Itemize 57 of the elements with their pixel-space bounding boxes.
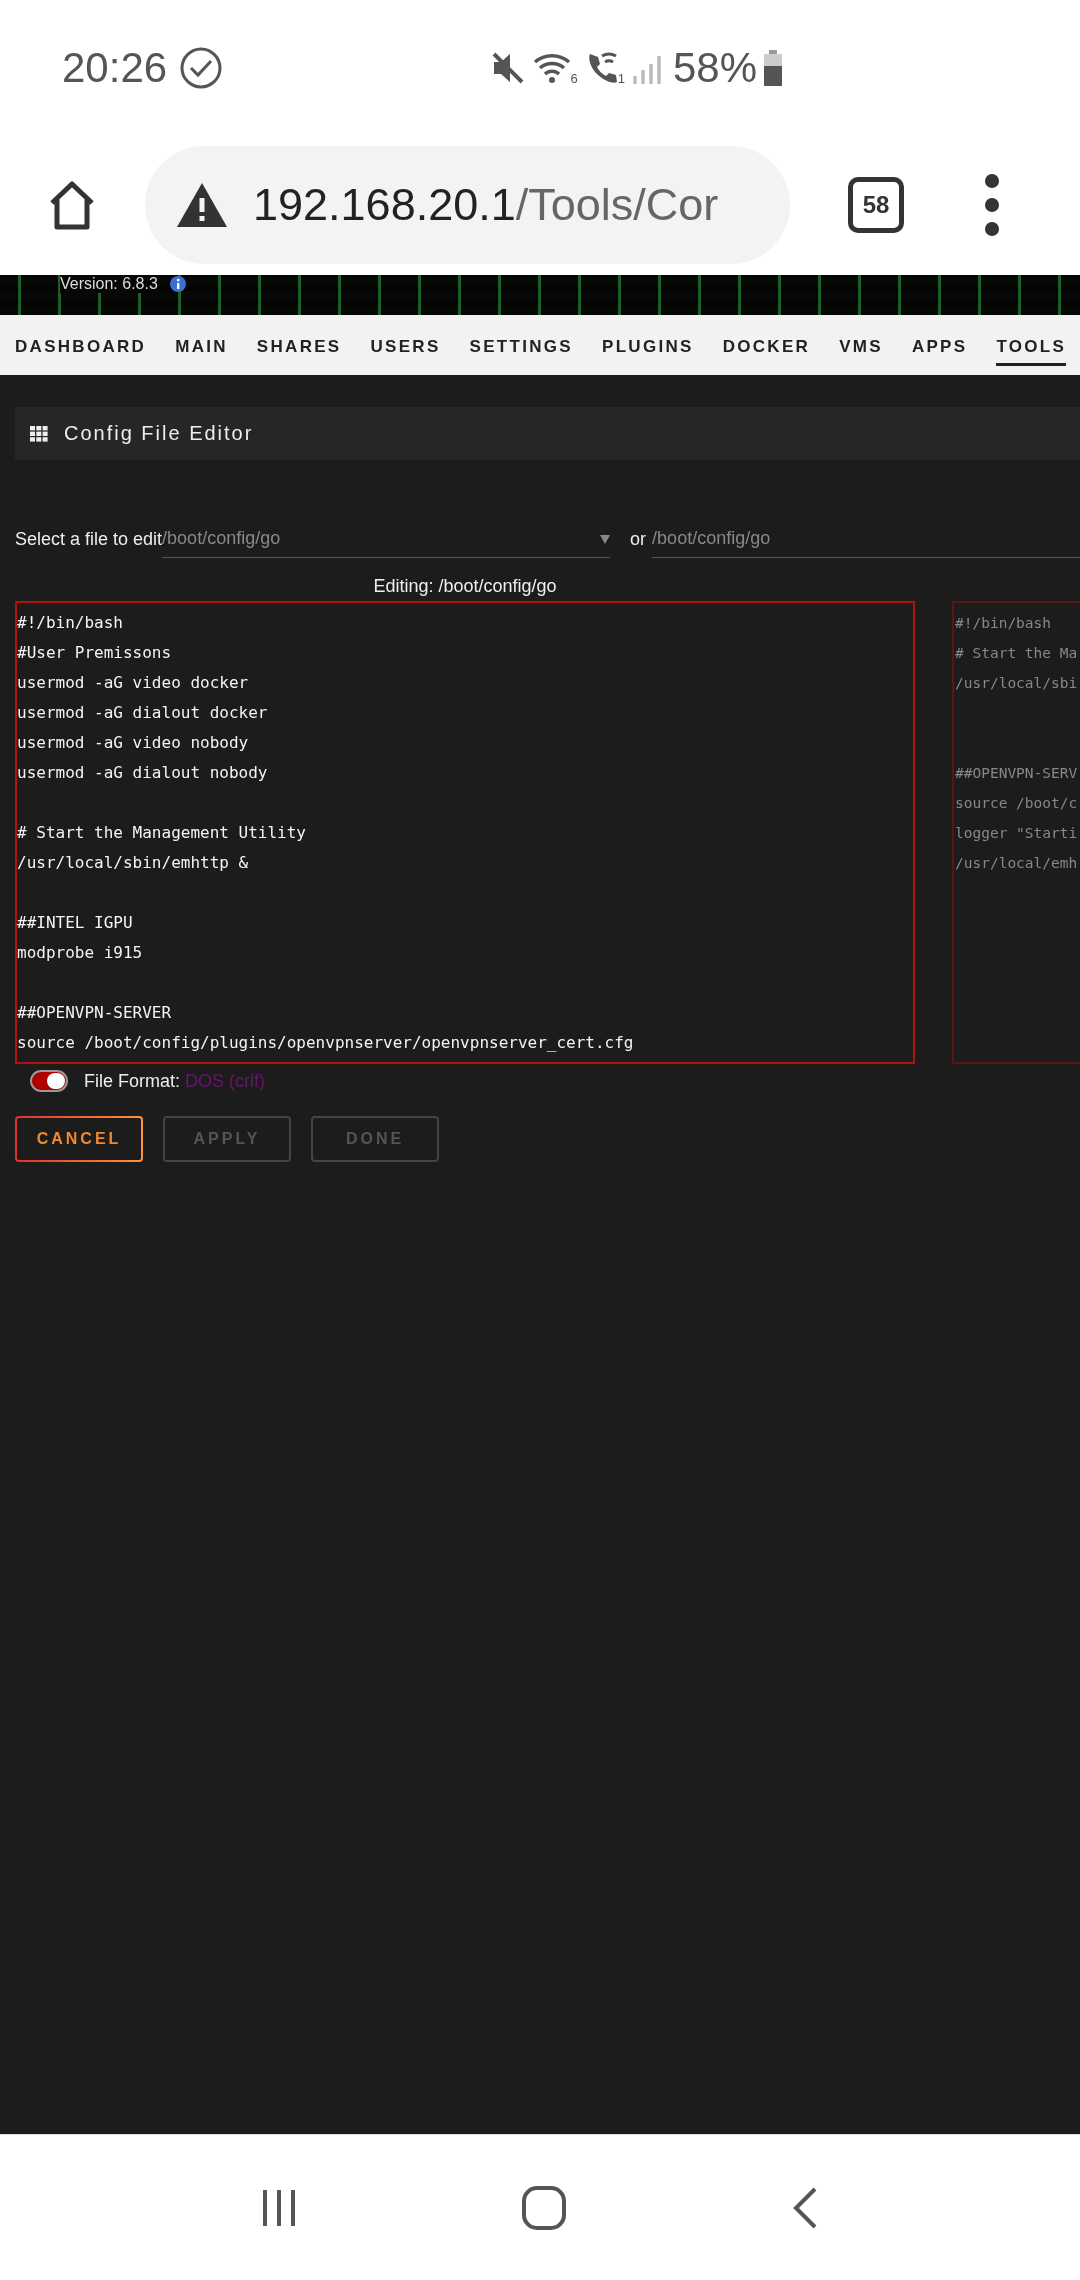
code-line: # Start the Ma xyxy=(955,644,1079,663)
clock-time: 20:26 xyxy=(62,43,168,92)
code-editor[interactable] xyxy=(15,601,915,1064)
url-text: 192.168.20.1/Tools/Cor xyxy=(253,179,719,231)
code-line: #User Premissons xyxy=(17,642,173,664)
nav-tab[interactable]: SHARES xyxy=(256,330,342,366)
caret-icon xyxy=(600,533,611,544)
file-format-text: File Format: DOS (crlf) xyxy=(84,1070,265,1092)
warning-icon xyxy=(175,181,229,229)
code-line: usermod -aG video docker xyxy=(17,672,250,694)
file-select[interactable]: /boot/config/go xyxy=(162,528,611,558)
info-icon[interactable] xyxy=(169,276,186,292)
back-icon[interactable] xyxy=(791,2185,818,2230)
editing-heading: Editing: /boot/config/go xyxy=(372,576,558,597)
panel-title: Config File Editor xyxy=(64,422,254,445)
code-line: ##OPENVPN-SERVER xyxy=(17,1002,173,1024)
code-line: modprobe i915 xyxy=(17,942,144,964)
nav-tab[interactable]: MAIN xyxy=(175,330,228,366)
code-line: usermod -aG dialout nobody xyxy=(17,762,269,784)
code-line: ##OPENVPN-SERV xyxy=(955,764,1079,783)
nav-tab[interactable]: TOOLS xyxy=(996,330,1067,366)
select-label: Select a file to edit xyxy=(15,529,163,551)
code-line: #!/bin/bash xyxy=(17,612,124,634)
nav-tab[interactable]: SETTINGS xyxy=(469,330,573,366)
battery-percent: 58% xyxy=(672,43,757,92)
code-line: logger "Starti xyxy=(955,824,1079,843)
code-line: source /boot/c xyxy=(955,794,1079,813)
tab-count-button[interactable]: 58 xyxy=(848,177,904,233)
code-line: usermod -aG dialout docker xyxy=(17,702,269,724)
code-line: # Start the Management Utility xyxy=(17,822,307,844)
code-line: usermod -aG video nobody xyxy=(17,732,250,754)
address-bar[interactable]: 192.168.20.1/Tools/Cor xyxy=(145,146,790,264)
battery-icon xyxy=(763,48,783,87)
more-options-icon[interactable] xyxy=(984,173,1000,237)
nav-tab[interactable]: USERS xyxy=(370,330,441,366)
path-input-field[interactable]: /boot/config/go xyxy=(652,528,1080,558)
code-line: #!/bin/bash xyxy=(955,614,1053,633)
code-line: ##INTEL IGPU xyxy=(17,912,134,934)
action-button[interactable]: CANCEL xyxy=(15,1116,143,1162)
or-label: or xyxy=(630,529,647,551)
nav-tab[interactable]: DOCKER xyxy=(722,330,811,366)
code-line: source /boot/config/plugins/openvpnserver/openvpnserver_cert.cfg xyxy=(17,1032,635,1054)
check-circle-icon xyxy=(179,45,224,90)
code-line: /usr/local/sbi xyxy=(955,674,1079,693)
home-icon[interactable] xyxy=(521,2184,567,2231)
version-text: Version: 6.8.3 xyxy=(60,275,158,293)
call-sim-label: 1 xyxy=(617,70,625,86)
code-line: /usr/local/emh xyxy=(955,854,1079,873)
grid-icon xyxy=(30,425,48,442)
code-line: /usr/local/sbin/emhttp & xyxy=(17,852,250,874)
wifi-count-label: 6 xyxy=(570,70,578,86)
nav-tab[interactable]: APPS xyxy=(911,330,968,366)
recent-apps-icon[interactable] xyxy=(262,2187,297,2228)
nav-tab[interactable]: VMS xyxy=(839,330,883,366)
format-toggle[interactable] xyxy=(30,1070,68,1092)
nav-tab[interactable]: DASHBOARD xyxy=(15,330,147,366)
nav-tab[interactable]: PLUGINS xyxy=(602,330,694,366)
